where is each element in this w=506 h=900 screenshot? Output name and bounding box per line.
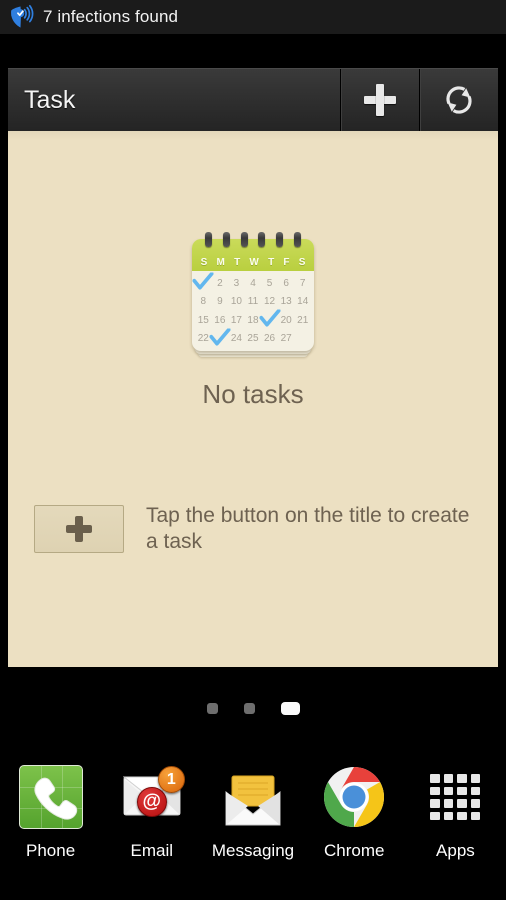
chrome-icon bbox=[319, 762, 389, 832]
calendar-day: 9 bbox=[217, 296, 223, 308]
calendar-day: 7 bbox=[299, 277, 306, 289]
calendar-day-grid: 2 3 4 5 6 7 8 9 10 11 12 13 14 15 16 17 18 20 21 22 24 25 26 27 bbox=[192, 272, 311, 349]
calendar-day: 26 bbox=[264, 333, 276, 345]
calendar-day: 8 bbox=[200, 296, 207, 308]
hint-add-button[interactable] bbox=[34, 505, 124, 553]
refresh-button[interactable] bbox=[419, 69, 498, 131]
dock-label: Email bbox=[130, 841, 174, 860]
calendar-day: 16 bbox=[214, 314, 226, 326]
home-screen: 7 infections found Task S M T W T F S 2 … bbox=[0, 0, 506, 900]
messaging-icon bbox=[218, 762, 288, 832]
add-task-button[interactable] bbox=[340, 69, 419, 131]
app-bar: Task bbox=[8, 68, 498, 131]
calendar-day: 4 bbox=[250, 277, 256, 289]
dock-item-apps[interactable]: Apps bbox=[405, 762, 506, 861]
calendar-day: 11 bbox=[247, 296, 259, 308]
dock-item-phone[interactable]: Phone bbox=[0, 762, 101, 861]
calendar-day: 13 bbox=[280, 296, 292, 308]
plus-icon bbox=[66, 516, 92, 542]
email-icon: @ 1 bbox=[117, 762, 187, 832]
apps-grid-icon bbox=[420, 762, 490, 832]
at-badge: @ bbox=[136, 787, 167, 817]
calendar-day-checked bbox=[259, 309, 281, 330]
dock-label: Apps bbox=[436, 841, 475, 860]
calendar-day: 25 bbox=[247, 333, 259, 345]
calendar-day: 5 bbox=[266, 277, 273, 289]
weekday-label: T bbox=[268, 257, 275, 268]
phone-icon bbox=[16, 762, 86, 832]
weekday-label: T bbox=[234, 257, 241, 268]
calendar-day: 15 bbox=[197, 314, 209, 326]
calendar-day: 27 bbox=[280, 333, 292, 345]
hint-text: Tap the button on the title to create a … bbox=[146, 504, 470, 553]
dock-label: Phone bbox=[26, 841, 76, 860]
calendar-day: 20 bbox=[280, 314, 292, 326]
calendar-day: 3 bbox=[233, 277, 240, 289]
calendar-day-checked bbox=[209, 328, 231, 349]
calendar-day: 21 bbox=[297, 314, 309, 326]
calendar-day: 14 bbox=[297, 296, 309, 308]
calendar-day: 6 bbox=[283, 277, 289, 289]
calendar-day: 22 bbox=[197, 333, 209, 345]
dock-item-email[interactable]: @ 1 Email bbox=[101, 762, 202, 861]
refresh-icon bbox=[442, 83, 476, 117]
page-dot[interactable] bbox=[243, 703, 255, 714]
dock-label: Chrome bbox=[323, 841, 385, 860]
weekday-label: S bbox=[298, 257, 306, 268]
page-title: Task bbox=[24, 85, 76, 114]
weekday-label: W bbox=[249, 257, 259, 268]
calendar-illustration: S M T W T F S 2 3 4 5 6 7 8 9 10 11 12 13 14 15 16 17 18… bbox=[189, 232, 317, 358]
dock: Phone @ 1 Email Messaging Chrome Apps bbox=[0, 762, 506, 882]
empty-state-hint: Tap the button on the title to create a … bbox=[34, 503, 472, 555]
dock-item-chrome[interactable]: Chrome bbox=[304, 762, 405, 861]
calendar-day: 12 bbox=[264, 296, 276, 308]
calendar-day: 17 bbox=[230, 314, 242, 326]
page-indicator bbox=[0, 702, 506, 715]
calendar-day: 2 bbox=[217, 277, 223, 289]
status-bar-text: 7 infections found bbox=[43, 7, 179, 26]
dock-item-messaging[interactable]: Messaging bbox=[202, 762, 303, 861]
page-dot[interactable] bbox=[206, 703, 218, 714]
dock-label: Messaging bbox=[211, 841, 295, 860]
unread-count-badge: 1 bbox=[157, 766, 185, 793]
weekday-label: M bbox=[216, 257, 225, 268]
calendar-day-checked bbox=[192, 272, 214, 293]
calendar-day: 24 bbox=[230, 333, 242, 345]
empty-state-title: No tasks bbox=[202, 379, 304, 409]
weekday-label: S bbox=[200, 257, 208, 268]
status-bar: 7 infections found bbox=[0, 0, 506, 34]
task-content-panel: S M T W T F S 2 3 4 5 6 7 8 9 10 11 12 13 14 15 16 17 18… bbox=[8, 131, 498, 667]
weekday-label: F bbox=[283, 257, 290, 268]
plus-icon bbox=[364, 84, 396, 116]
calendar-day: 10 bbox=[230, 296, 242, 308]
calendar-spiral-rings bbox=[192, 232, 314, 248]
antivirus-shield-icon bbox=[8, 4, 34, 30]
calendar-day: 18 bbox=[247, 314, 259, 326]
page-dot-active[interactable] bbox=[280, 702, 300, 715]
